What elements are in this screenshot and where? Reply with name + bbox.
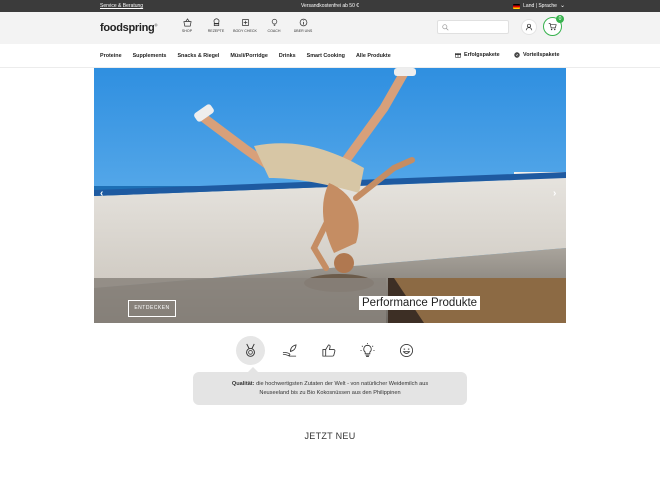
hero-prev-arrow[interactable]: ‹: [100, 188, 103, 199]
thumbs-up-icon: [322, 344, 336, 357]
percent-badge-icon: [514, 52, 520, 58]
category-nav: Proteine Supplements Snacks & Riegel Müs…: [0, 44, 660, 68]
category-muesli-porridge[interactable]: Müsli/Porridge: [230, 53, 267, 59]
feature-info-label: Qualität:: [231, 381, 255, 387]
section-title-jetzt-neu: JETZT NEU: [304, 431, 356, 441]
feature-info-box: Qualität: die hochwertigsten Zutaten der…: [193, 367, 467, 405]
nav-label-coach: COACH: [267, 29, 281, 33]
main-nav: SHOP REZEPTE BODY CHECK COACH ÜBER UNS: [176, 18, 321, 33]
feature-quality[interactable]: [236, 336, 265, 365]
nav-label-shop: SHOP: [181, 29, 193, 33]
logo-text: foodspring: [100, 22, 155, 34]
cart-icon: [548, 22, 557, 31]
feature-happiness[interactable]: [392, 336, 421, 365]
hero-title: Performance Produkte: [359, 296, 481, 310]
account-button[interactable]: [521, 19, 537, 35]
nav-item-ueber-uns[interactable]: ÜBER UNS: [292, 18, 314, 33]
cart-count-badge: 0: [556, 15, 564, 23]
hero-cta-button[interactable]: ENTDECKEN: [128, 300, 176, 317]
logo-registered-mark: ®: [154, 22, 158, 28]
search-box[interactable]: [437, 20, 509, 34]
hero-image: [94, 68, 566, 323]
nav-label-rezepte: REZEPTE: [207, 29, 225, 33]
category-proteine[interactable]: Proteine: [100, 53, 122, 59]
lightbulb-icon: [271, 18, 277, 27]
search-icon: [442, 24, 449, 31]
category-list: Proteine Supplements Snacks & Riegel Müs…: [100, 53, 402, 59]
lightbulb-icon: [360, 343, 375, 358]
nav-label-body-check: BODY CHECK: [233, 29, 257, 33]
category-drinks[interactable]: Drinks: [279, 53, 296, 59]
hero-next-arrow[interactable]: ›: [553, 188, 556, 199]
erfolgspakete-link[interactable]: Erfolgspakete: [455, 52, 500, 58]
medal-icon: [246, 343, 255, 357]
body-check-icon: [241, 18, 249, 27]
german-flag-icon: [513, 3, 521, 9]
gift-icon: [455, 53, 461, 58]
nav-item-coach[interactable]: COACH: [263, 18, 285, 33]
nav-item-shop[interactable]: SHOP: [176, 18, 198, 33]
basket-icon: [182, 18, 192, 27]
info-icon: [299, 18, 307, 27]
leaf-hand-icon: [282, 344, 297, 357]
category-alle-produkte[interactable]: Alle Produkte: [356, 53, 391, 59]
category-smart-cooking[interactable]: Smart Cooking: [307, 53, 345, 59]
nav-item-body-check[interactable]: BODY CHECK: [233, 18, 257, 33]
vorteilspakete-label: Vorteilspakete: [523, 52, 560, 58]
chef-hat-icon: [213, 18, 219, 27]
top-bar: Service & Beratung Versandkostenfrei ab …: [0, 0, 660, 12]
hero-banner[interactable]: ‹ › Performance Produkte ENTDECKEN: [94, 68, 566, 323]
smiley-icon: [399, 343, 414, 358]
country-language-label: Land | Sprache: [523, 3, 557, 9]
chevron-down-icon: ⌄: [559, 2, 565, 9]
nav-item-rezepte[interactable]: REZEPTE: [205, 18, 227, 33]
feature-natural[interactable]: [275, 336, 304, 365]
feature-info-text-2: Neuseeland bis zu Bio Kokosnüssen aus de…: [259, 390, 401, 396]
erfolgspakete-label: Erfolgspakete: [464, 52, 500, 58]
user-icon: [525, 23, 533, 31]
category-supplements[interactable]: Supplements: [133, 53, 167, 59]
feature-innovation[interactable]: [353, 336, 382, 365]
category-snacks-riegel[interactable]: Snacks & Riegel: [177, 53, 219, 59]
nav-label-ueber-uns: ÜBER UNS: [293, 29, 313, 33]
logo[interactable]: foodspring®: [100, 22, 157, 34]
feature-satisfaction[interactable]: [314, 336, 343, 365]
country-language-selector[interactable]: Land | Sprache ⌄: [513, 3, 565, 9]
main-header: foodspring® SHOP REZEPTE BODY CHECK COAC…: [0, 12, 660, 44]
cart-button[interactable]: 0: [543, 15, 564, 36]
feature-info-line-1: Qualität: die hochwertigsten Zutaten der…: [193, 380, 467, 389]
feature-info-text-1: die hochwertigsten Zutaten der Welt - vo…: [254, 381, 429, 387]
search-input[interactable]: [451, 22, 506, 32]
vorteilspakete-link[interactable]: Vorteilspakete: [514, 52, 559, 58]
feature-icons: [236, 336, 431, 365]
